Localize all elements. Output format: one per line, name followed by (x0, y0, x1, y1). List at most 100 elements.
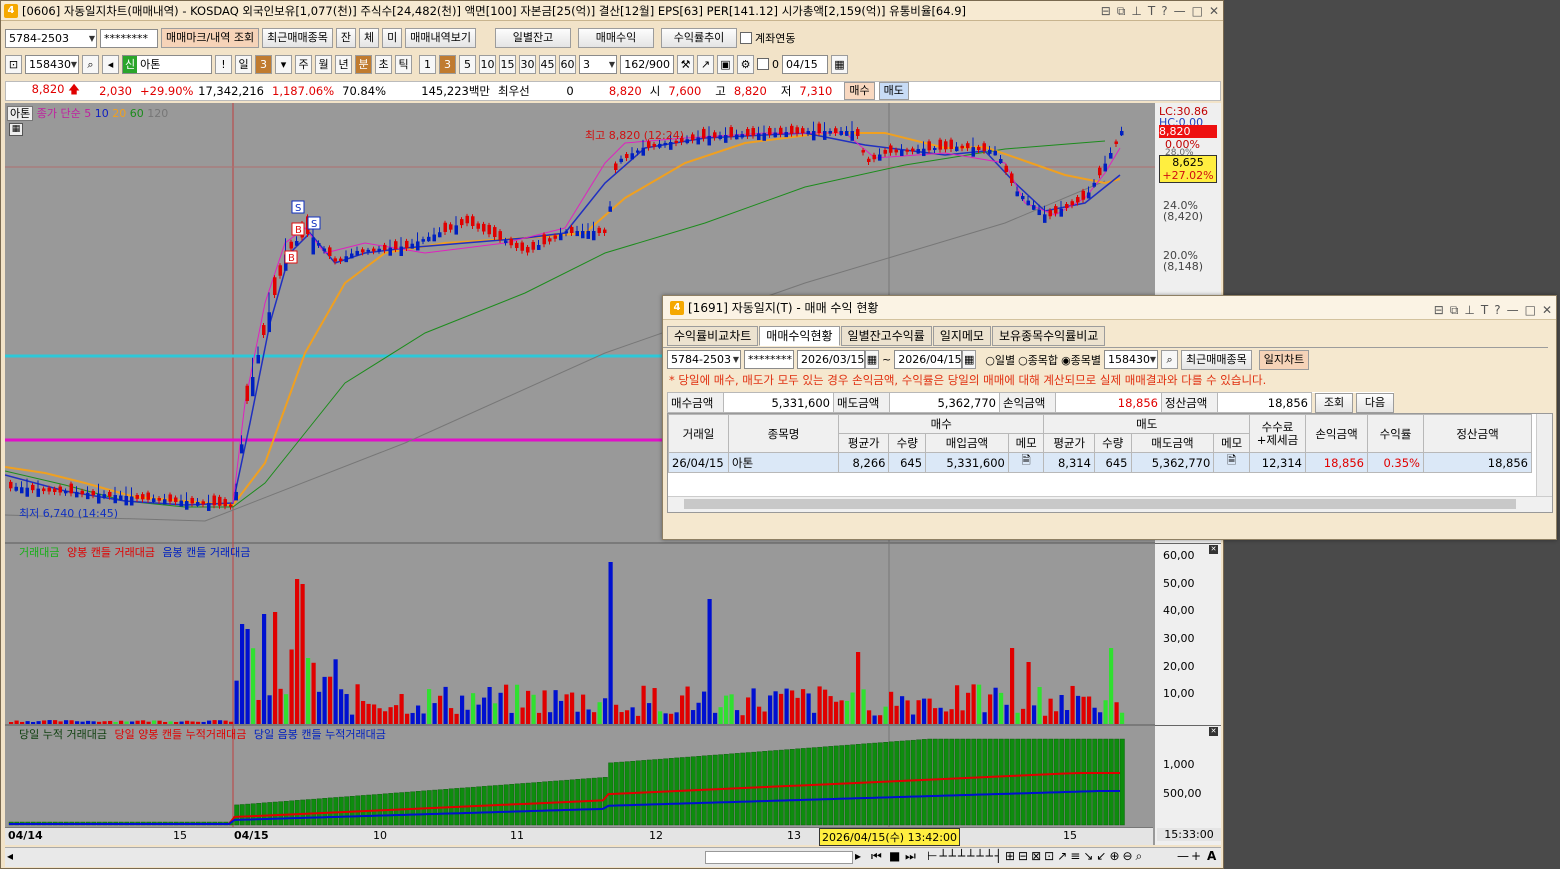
main-titlebar[interactable]: 4 [0606] 자동일지차트(매매내역) - KOSDAQ 외국인보유[1,07… (1, 1, 1223, 21)
date-to-calendar-icon[interactable]: ▦ (962, 350, 977, 369)
password-field[interactable]: ******** (100, 28, 158, 48)
account-link-checkbox[interactable] (740, 32, 753, 44)
executed-toggle-button[interactable]: 체 (359, 28, 380, 48)
cum-panel-close-icon[interactable]: ✕ (1209, 727, 1218, 736)
calendar-icon[interactable]: ▦ (831, 54, 848, 74)
sell-button[interactable]: 매도 (878, 82, 909, 100)
interval-10[interactable]: 10 (479, 54, 496, 74)
zoom-in-icon[interactable]: + (1191, 849, 1201, 863)
popup-link-icon[interactable]: ⊟ (1434, 298, 1444, 318)
popup-close-icon[interactable]: ✕ (1542, 298, 1552, 318)
text-icon[interactable]: T (1148, 1, 1155, 20)
interval-15[interactable]: 15 (499, 54, 516, 74)
table-horizontal-scrollbar[interactable] (668, 496, 1552, 512)
profit-trend-button[interactable]: 수익률추이 (661, 28, 738, 48)
maximize-icon[interactable]: □ (1192, 1, 1203, 20)
radio-item[interactable]: ◉종목별 (1061, 352, 1101, 368)
trade-mark-button[interactable]: 매매마크/내역 조회 (161, 28, 260, 48)
save-icon[interactable]: ▣ (717, 54, 734, 74)
alert-button[interactable]: ! (215, 54, 232, 74)
chart-tools-icons[interactable]: ⊞⊟⊠⊡↗≡↘↙⊕⊖⌕ (1005, 849, 1145, 864)
journal-chart-button[interactable]: 일지차트 (1258, 349, 1310, 370)
period-month[interactable]: 월 (315, 54, 332, 74)
popup-password-field[interactable]: ******** (744, 350, 794, 369)
chevron-down-icon[interactable]: ▾ (275, 54, 292, 74)
tab-profit-compare-chart[interactable]: 수익률비교차트 (667, 326, 759, 346)
recent-items-button[interactable]: 최근매매종목 (262, 28, 333, 48)
popup-maximize-icon[interactable]: □ (1525, 298, 1536, 318)
popup-pin-icon[interactable]: ⊥ (1464, 298, 1474, 318)
date-from-calendar-icon[interactable]: ▦ (865, 350, 879, 369)
interval-45[interactable]: 45 (539, 54, 556, 74)
layout-icon[interactable]: ⊡ (5, 54, 22, 74)
popup-titlebar[interactable]: 4 [1691] 자동일지(T) - 매매 수익 현황 ⊟ ⧉ ⊥ T ? — □… (663, 296, 1556, 320)
period-tick[interactable]: 틱 (395, 54, 412, 74)
draw-icon[interactable]: ↗ (697, 54, 714, 74)
popup-search-icon[interactable]: ⌕ (1161, 350, 1179, 369)
pending-toggle-button[interactable]: 미 (382, 28, 403, 48)
popup-minimize-icon[interactable]: — (1507, 298, 1519, 318)
tab-holding-compare[interactable]: 보유종목수익률비교 (991, 326, 1106, 346)
interval-30[interactable]: 30 (519, 54, 536, 74)
grid-toggle-icon[interactable]: ▦ (9, 123, 23, 136)
volume-panel-close-icon[interactable]: ✕ (1209, 545, 1218, 554)
close-icon[interactable]: ✕ (1209, 1, 1219, 20)
memo-icon[interactable]: 🗎 (1007, 452, 1045, 473)
pin-icon[interactable]: ⊥ (1131, 1, 1141, 20)
gear-icon[interactable]: ⚙ (737, 54, 754, 74)
popup-recent-items-button[interactable]: 최근매매종목 (1181, 349, 1252, 370)
help-icon[interactable]: ? (1161, 1, 1167, 20)
horizontal-scrollbar[interactable] (705, 851, 853, 864)
date-from-field[interactable]: 2026/03/15 (797, 350, 865, 369)
account-select[interactable]: 5784-2503 (5, 28, 97, 48)
radio-daily[interactable]: ○일별 (985, 352, 1015, 368)
interval-60[interactable]: 60 (559, 54, 576, 74)
date-field[interactable]: 04/15 (782, 54, 828, 74)
next-button[interactable]: 다음 (1356, 392, 1394, 413)
popup-code-select[interactable]: 158430 (1104, 350, 1159, 369)
period-week[interactable]: 주 (295, 54, 312, 74)
tab-daily-balance-profit[interactable]: 일별잔고수익률 (840, 326, 932, 346)
code-select[interactable]: 158430 (25, 54, 79, 74)
balance-toggle-button[interactable]: 잔 (335, 28, 357, 48)
search-icon[interactable]: ⌕ (82, 54, 99, 74)
zoom-out-icon[interactable]: — (1177, 849, 1189, 863)
table-row[interactable]: 26/04/15 아톤 8,266 645 5,331,600 🗎 8,314 … (668, 452, 1532, 473)
copy-icon[interactable]: ⧉ (1117, 1, 1126, 20)
popup-copy-icon[interactable]: ⧉ (1450, 298, 1459, 318)
memo-icon[interactable]: 🗎 (1213, 452, 1250, 473)
interval-5[interactable]: 5 (459, 54, 476, 74)
tab-journal-memo[interactable]: 일지메모 (932, 326, 991, 346)
scroll-left-icon[interactable]: ◂ (7, 849, 13, 863)
popup-account-select[interactable]: 5784-2503 (667, 350, 741, 369)
minimize-icon[interactable]: — (1174, 1, 1186, 20)
period-year[interactable]: 년 (335, 54, 352, 74)
popup-text-icon[interactable]: T (1481, 298, 1488, 318)
period-second[interactable]: 초 (375, 54, 392, 74)
scroll-right-icon[interactable]: ▸ (855, 849, 861, 863)
tab-trade-profit-status[interactable]: 매매수익현황 (759, 326, 840, 346)
zoom-slider-icon[interactable]: ⊢┴┴┴┴┴┴┤ (927, 849, 1004, 863)
date-to-field[interactable]: 2026/04/15 (894, 350, 963, 369)
interval-1[interactable]: 1 (419, 54, 436, 74)
interval-3[interactable]: 3 (439, 54, 456, 74)
trade-profit-button[interactable]: 매매수익 (578, 28, 655, 48)
stop-icon[interactable]: ■ (889, 849, 900, 863)
period-day-count[interactable]: 3 (255, 54, 272, 74)
font-icon[interactable]: A (1207, 849, 1216, 863)
popup-help-icon[interactable]: ? (1494, 298, 1500, 318)
tools-icon[interactable]: ⚒ (677, 54, 694, 74)
rewind-icon[interactable]: ⏮ (871, 849, 882, 864)
fastforward-icon[interactable]: ⏭ (905, 849, 916, 864)
link-icon[interactable]: ⊟ (1101, 1, 1111, 20)
radio-sum[interactable]: ○종목합 (1018, 352, 1058, 368)
scrollbar-thumb[interactable] (684, 499, 1516, 509)
vertical-scrollbar[interactable] (1536, 414, 1552, 496)
view-trades-button[interactable]: 매매내역보기 (405, 28, 477, 48)
query-button[interactable]: 조회 (1315, 392, 1353, 413)
stock-name-field[interactable]: 신 아톤 (122, 54, 212, 74)
daily-balance-button[interactable]: 일별잔고 (495, 28, 572, 48)
period-minute[interactable]: 분 (355, 54, 372, 74)
buy-button[interactable]: 매수 (844, 82, 875, 100)
count-field[interactable]: 162/900 (620, 54, 674, 74)
